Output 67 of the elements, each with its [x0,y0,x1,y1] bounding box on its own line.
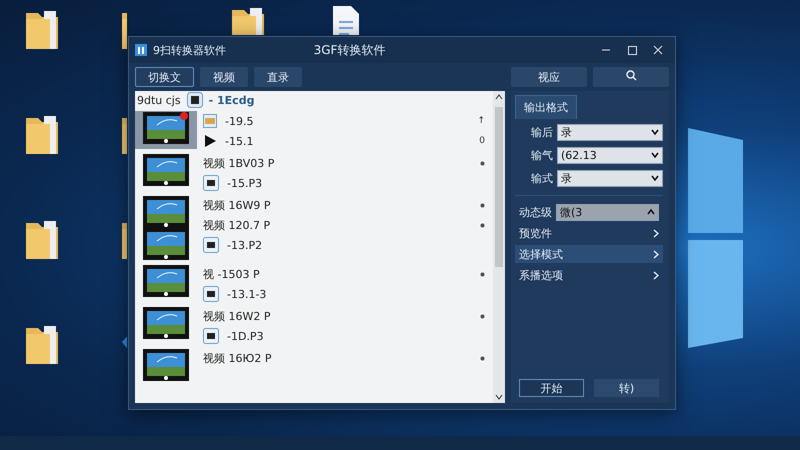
file-list[interactable]: 9dtu cjs - 1Ecdg -19.5 ↑ -15.1 0 视频 1BV03 P -15.P3 视频 16W9 P 视频 120.7 P -13.P2 视 -1503 P -13.1-3 视频 16W2 P -1D.P3 视频 16Ю2 P [135,91,505,403]
dropdown-field[interactable]: (62.13 [557,146,663,164]
toolbar-tab[interactable]: 视频 [200,67,248,87]
panel-tab[interactable]: 输出格式 [515,95,577,119]
play-icon[interactable] [203,134,217,148]
chevron-icon [653,270,659,280]
chevron-icon [651,129,659,135]
screen-icon [203,237,219,253]
video-info: -1D.P3 [227,330,264,342]
search-icon [626,70,636,81]
field-label: 输后 [531,124,553,140]
video-title: 视频 1BV03 P [203,156,274,170]
settings-option[interactable]: 选择模式 [515,245,663,263]
video-info: -13.P2 [227,238,262,252]
video-thumbnail[interactable] [143,307,189,339]
toolbar-tab[interactable]: 切换文 [135,67,194,87]
app-name: 9扫转换器软件 [153,42,226,58]
video-info: -15.P3 [227,176,262,190]
chevron-icon [647,209,655,215]
scrollbar[interactable] [493,91,505,403]
status-mark: 0 [479,136,485,146]
video-title: 视频 16W9 P [203,198,270,212]
status-mark: ↑ [477,116,485,126]
dropdown-field[interactable]: 录 [557,124,663,140]
chevron-icon [651,152,659,158]
dialog-button[interactable]: 转) [594,379,659,397]
toolbar-button[interactable]: 视应 [511,67,587,87]
toolbar-tab[interactable]: 直录 [254,67,302,87]
app-icon [135,44,147,56]
dot-icon [480,160,485,166]
settings-option[interactable]: 系播选项 [515,266,663,284]
dot-icon [480,314,485,318]
video-thumbnail[interactable] [143,349,189,381]
video-title: 视频 120.7 P [203,218,270,232]
screen-icon [203,286,219,302]
video-info: -15.1 [225,134,254,148]
dropdown-field[interactable]: 录 [557,170,663,186]
video-info: -19.5 [225,114,254,128]
dot-icon [480,356,485,360]
video-thumbnail[interactable] [143,112,189,144]
field-label: 动态级 [519,204,552,220]
field-label: 输式 [531,170,553,186]
screen-icon [203,328,219,344]
video-title: 视频 16W2 P [203,308,270,324]
dot-icon [480,222,485,228]
settings-option[interactable]: 预览件 [515,224,663,242]
column-header: 9dtu cjs [137,94,181,106]
video-title: 视 -1503 P [203,266,260,282]
dropdown-field[interactable]: 微(3 [556,204,659,220]
window-title: 3GF转换软件 [312,42,386,58]
film-icon [203,114,217,128]
field-label: 输气 [531,148,553,162]
chevron-icon [653,250,659,258]
video-thumbnail[interactable] [143,196,189,260]
search-button[interactable] [593,67,669,87]
dot-icon [480,272,485,276]
video-thumbnail[interactable] [143,265,189,297]
screen-icon [203,175,219,191]
dialog-button[interactable]: 开始 [519,379,584,397]
video-thumbnail[interactable] [143,154,189,186]
folder-tab-icon [186,92,203,108]
video-info: -13.1-3 [227,288,266,300]
video-title: 视频 16Ю2 P [203,350,272,366]
dot-icon [480,202,485,208]
chevron-icon [651,175,659,181]
chevron-icon [653,228,659,238]
column-header: - 1Ecdg [208,94,254,106]
